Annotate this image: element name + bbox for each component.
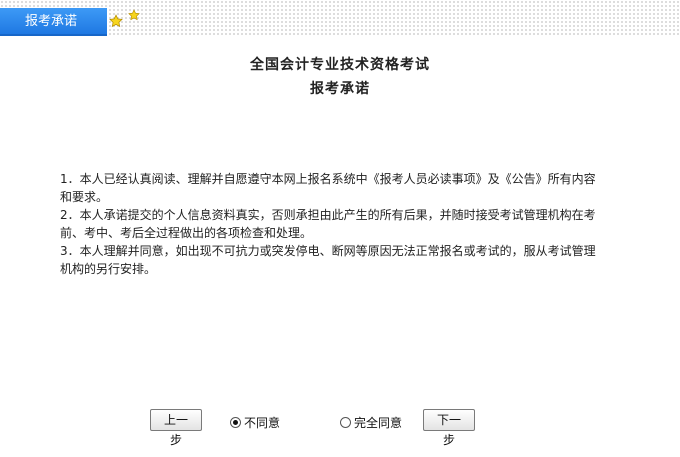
tab-label: 报考承诺 — [25, 14, 78, 29]
agree-label: 完全同意 — [354, 416, 403, 430]
prev-step-button[interactable]: 上一步 — [150, 409, 202, 447]
commitment-terms: 1．本人已经认真阅读、理解并自愿遵守本网上报名系统中《报考人员必读事项》及《公告… — [60, 170, 605, 278]
disagree-option[interactable]: 不同意 — [230, 414, 280, 431]
term-item: 3．本人理解并同意，如出现不可抗力或突发停电、断网等原因无法正常报名或考试的，服… — [60, 244, 596, 276]
tab-commitment[interactable]: 报考承诺 — [0, 8, 107, 36]
term-item: 2．本人承诺提交的个人信息资料真实，否则承担由此产生的所有后果，并随时接受考试管… — [60, 208, 596, 240]
disagree-radio[interactable] — [230, 417, 241, 428]
star-icon[interactable] — [109, 14, 123, 28]
agree-radio[interactable] — [340, 417, 351, 428]
disagree-label: 不同意 — [244, 416, 281, 430]
term-item: 1．本人已经认真阅读、理解并自愿遵守本网上报名系统中《报考人员必读事项》及《公告… — [60, 172, 596, 204]
star-icon[interactable] — [128, 9, 140, 21]
tab-bar: 报考承诺 — [0, 0, 680, 37]
next-step-button[interactable]: 下一步 — [423, 409, 475, 447]
page-title: 全国会计专业技术资格考试 — [250, 57, 430, 73]
page-subtitle: 报考承诺 — [310, 81, 370, 97]
agree-option[interactable]: 完全同意 — [340, 414, 402, 431]
